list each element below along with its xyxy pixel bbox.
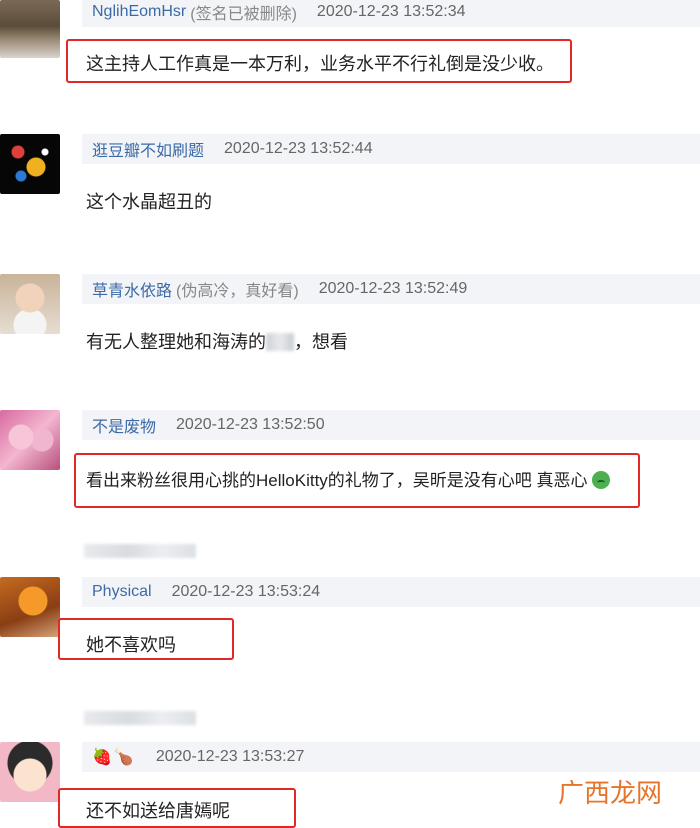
username-link[interactable]: 草青水依路	[92, 277, 172, 301]
highlight-box	[58, 788, 296, 828]
avatar[interactable]	[0, 134, 60, 194]
username-emoji[interactable]: 🍓🍗	[92, 747, 136, 767]
comment-text-part: 有无人整理她和海涛的	[86, 332, 266, 352]
comment-meta: 草青水依路 (伪高冷，真好看) 2020-12-23 13:52:49	[82, 274, 700, 304]
comment-timestamp: 2020-12-23 13:52:50	[176, 416, 325, 433]
comment-timestamp: 2020-12-23 13:52:34	[316, 3, 466, 20]
username-link[interactable]: 不是废物	[92, 413, 156, 437]
avatar[interactable]	[0, 742, 60, 802]
comment-timestamp: 2020-12-23 13:52:49	[318, 280, 468, 297]
highlight-box	[74, 453, 640, 508]
highlight-box	[66, 39, 572, 83]
user-signature: (签名已被删除)	[190, 6, 297, 23]
comment-timestamp: 2020-12-23 13:53:27	[155, 748, 305, 765]
site-watermark: 广西龙网	[557, 779, 662, 809]
user-signature: (伪高冷，真好看)	[176, 283, 299, 300]
comment-meta: 逛豆瓣不如刷题 2020-12-23 13:52:44	[82, 134, 700, 164]
comment-meta: 🍓🍗 2020-12-23 13:53:27	[82, 742, 700, 772]
comment-meta: 不是废物 2020-12-23 13:52:50	[82, 410, 700, 440]
blurred-reply-placeholder	[84, 711, 196, 725]
comment-text: 有无人整理她和海涛的 ，想看	[86, 328, 348, 354]
username-link[interactable]: 逛豆瓣不如刷题	[92, 137, 204, 161]
comment-timestamp: 2020-12-23 13:53:24	[171, 583, 321, 600]
comment-meta: NglihEomHsr (签名已被删除) 2020-12-23 13:52:34	[82, 0, 700, 27]
avatar[interactable]	[0, 274, 60, 334]
comment-timestamp: 2020-12-23 13:52:44	[224, 140, 373, 157]
highlight-box	[58, 618, 234, 660]
comment-text: 这个水晶超丑的	[86, 192, 212, 212]
blurred-word	[266, 333, 294, 351]
avatar[interactable]	[0, 410, 60, 470]
comment-meta: Physical 2020-12-23 13:53:24	[82, 577, 700, 607]
blurred-reply-placeholder	[84, 544, 196, 558]
comment-text-part: ，想看	[294, 332, 348, 352]
avatar[interactable]	[0, 577, 60, 637]
username-link[interactable]: Physical	[92, 583, 152, 601]
username-link[interactable]: NglihEomHsr	[92, 3, 186, 21]
avatar[interactable]	[0, 0, 60, 58]
